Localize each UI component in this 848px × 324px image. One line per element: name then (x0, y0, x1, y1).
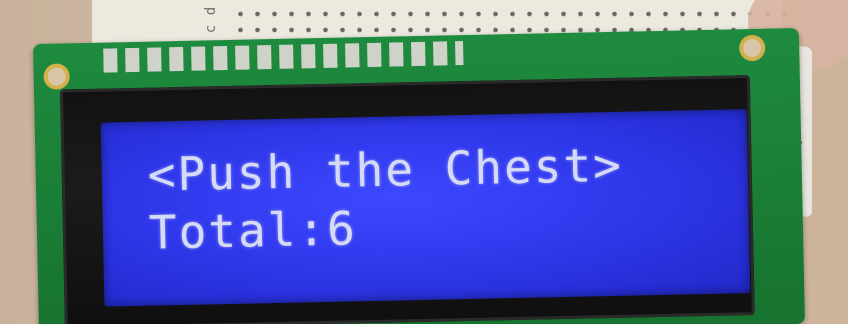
row-label-d: d (203, 6, 219, 16)
lcd-module-pcb: <Push the Chest> Total:6 (32, 28, 806, 324)
mount-hole-top-right (738, 34, 766, 62)
lcd-bezel: <Push the Chest> Total:6 (59, 75, 755, 324)
lcd-line-1: <Push the Chest> (147, 137, 624, 202)
row-label-c: c (203, 24, 219, 34)
lcd-screen: <Push the Chest> Total:6 (100, 109, 751, 307)
header-pins (103, 41, 464, 73)
mount-hole-top-left (43, 63, 70, 90)
lcd-line-2: Total:6 (148, 201, 358, 260)
breadboard-row-labels: d c (203, 2, 219, 38)
